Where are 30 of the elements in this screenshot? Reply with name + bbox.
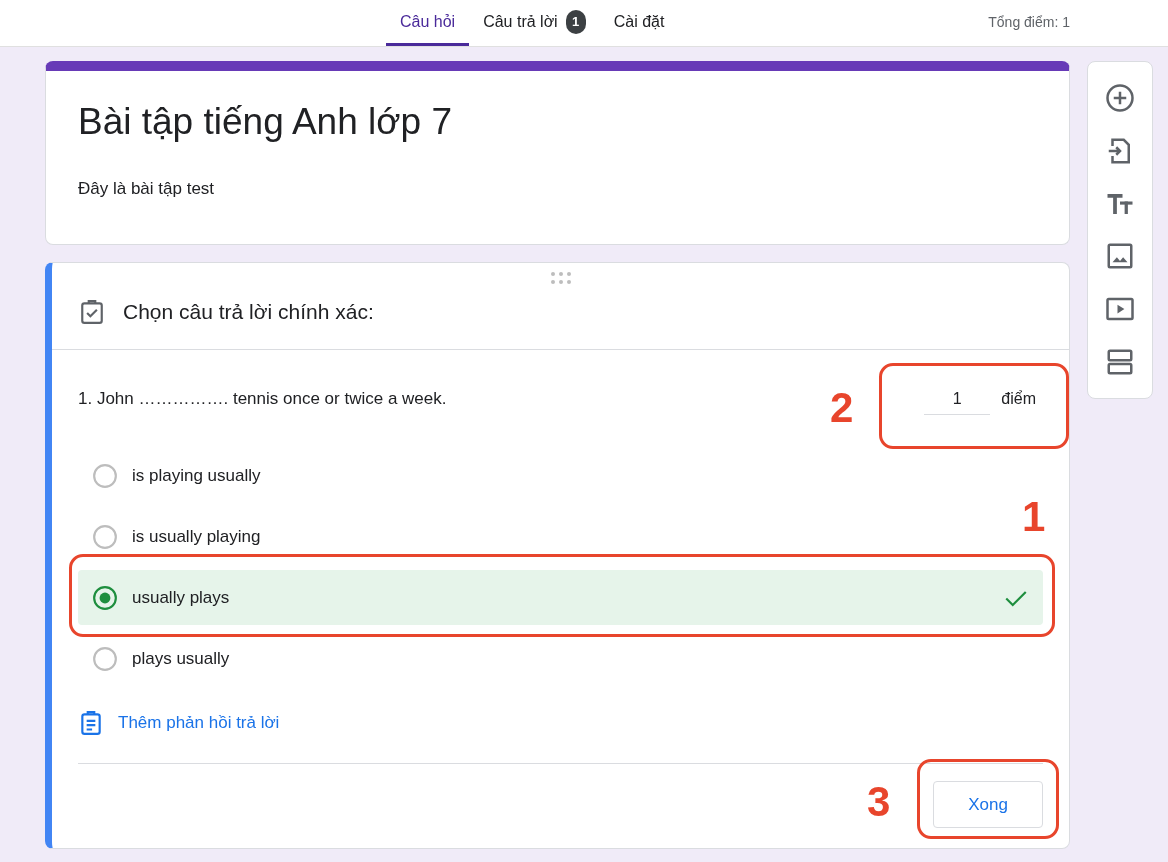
points-unit: điểm: [1001, 389, 1036, 409]
radio-button[interactable]: [92, 523, 118, 550]
total-points: Tổng điểm: 1: [988, 14, 1070, 30]
correct-answer-row[interactable]: usually plays: [78, 570, 1043, 625]
image-icon[interactable]: [1105, 241, 1135, 272]
feedback-icon[interactable]: [78, 710, 104, 736]
add-feedback-link[interactable]: Thêm phản hồi trả lời: [118, 713, 280, 733]
radio-button[interactable]: [92, 645, 118, 672]
tab[interactable]: Câu trả lời 1: [469, 0, 600, 46]
annotation-number: 1: [1022, 496, 1046, 538]
form-title: Bài tập tiếng Anh lớp 7: [78, 101, 453, 143]
tab[interactable]: Câu hỏi: [386, 0, 470, 46]
question-text: 1. John ……………. tennis once or twice a week.: [78, 389, 447, 409]
option-label: usually plays: [132, 587, 231, 608]
drag-handle-icon[interactable]: [549, 271, 572, 285]
add-question-icon[interactable]: [1105, 83, 1135, 114]
clipboard-check-icon: [79, 299, 105, 325]
radio-button[interactable]: [92, 462, 118, 489]
tab[interactable]: Cài đặt: [599, 0, 679, 46]
option-label: is usually playing: [132, 526, 262, 547]
radio-button[interactable]: [92, 584, 118, 611]
points-field[interactable]: 1: [924, 383, 991, 415]
annotation-number: 3: [867, 781, 891, 823]
option-label: is playing usually: [132, 465, 262, 486]
form-description: Đây là bài tập test: [78, 179, 216, 199]
section-title: Chọn câu trả lời chính xác:: [123, 300, 374, 324]
count-badge: 1: [565, 9, 586, 34]
annotation-number: 2: [830, 387, 854, 429]
done-button[interactable]: Xong: [933, 781, 1043, 828]
option-label: plays usually: [132, 648, 231, 669]
